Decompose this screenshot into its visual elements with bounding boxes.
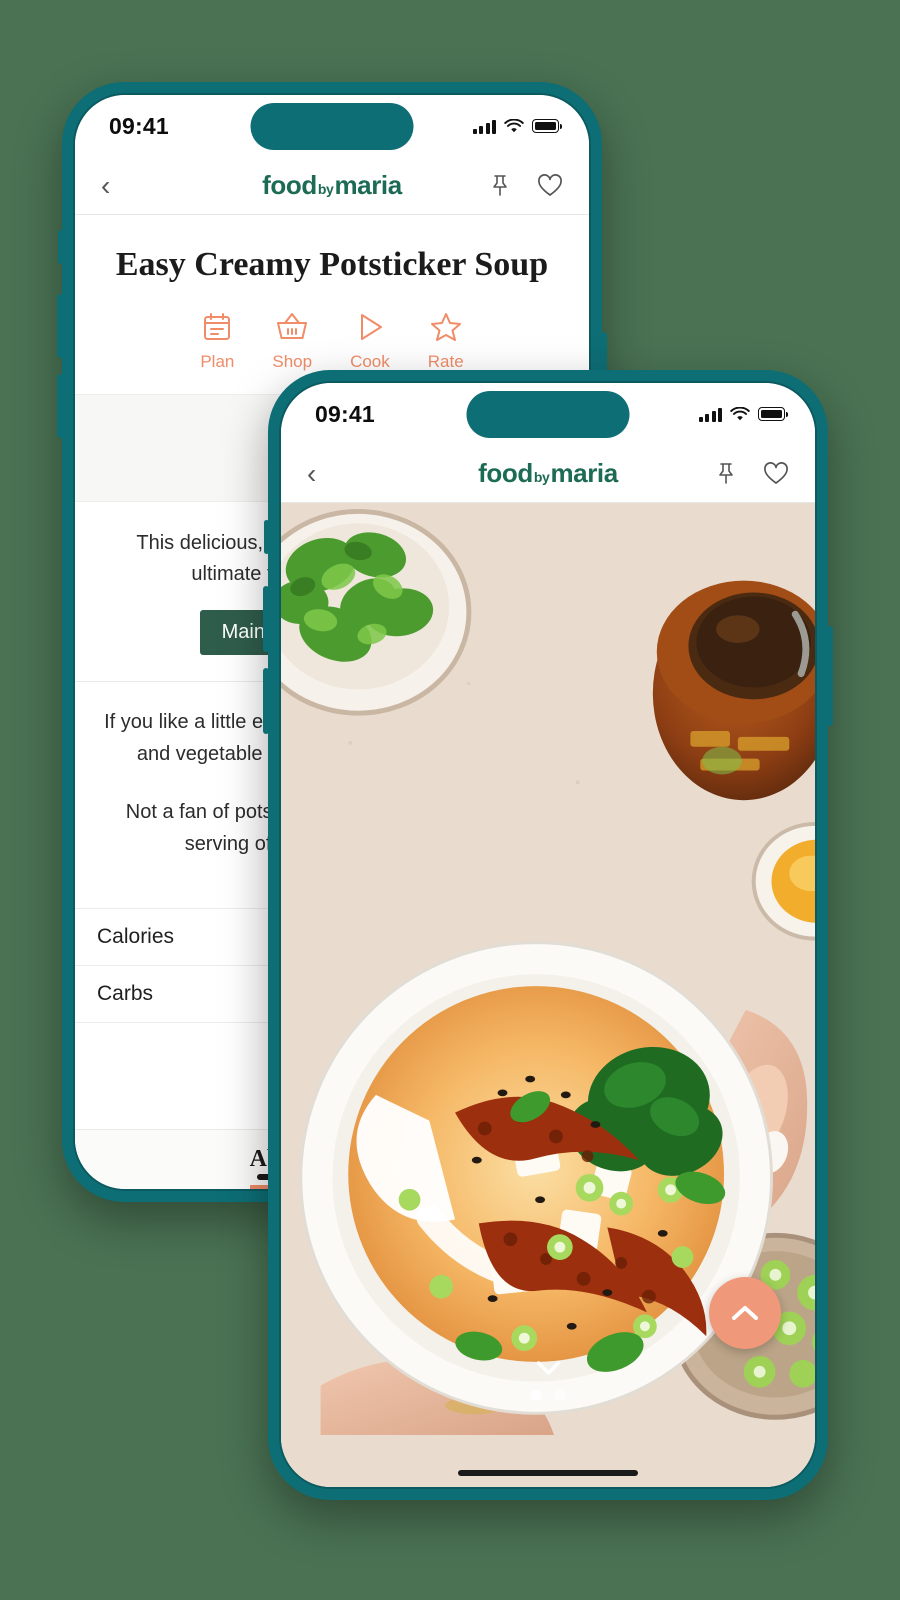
logo-text-by: by (533, 469, 550, 485)
action-shop[interactable]: Shop (272, 310, 312, 372)
action-shop-label: Shop (272, 352, 313, 372)
nav-bar: ‹ food by maria (75, 157, 589, 215)
chevron-up-icon (732, 1306, 758, 1320)
logo-text-food: food (262, 170, 317, 200)
back-button[interactable]: ‹ (307, 459, 316, 488)
play-icon (360, 314, 382, 341)
heart-icon[interactable] (763, 461, 789, 486)
power-button[interactable] (827, 626, 833, 726)
logo-text-by: by (317, 181, 334, 197)
nav-bar: ‹ food by maria (281, 445, 815, 503)
pagination-dot-2[interactable] (554, 1390, 566, 1401)
volume-up-button[interactable] (263, 586, 269, 652)
nutrition-label-calories: Calories (97, 925, 175, 949)
battery-icon (532, 119, 562, 133)
calendar-icon (204, 313, 231, 341)
recipe-title: Easy Creamy Potsticker Soup (115, 246, 549, 283)
cellular-signal-icon (698, 407, 722, 422)
phone-screen-front: 09:41 ‹ food by maria (279, 381, 817, 1489)
status-bar: 09:41 (75, 95, 589, 157)
app-logo: food by maria (478, 458, 618, 489)
scroll-hint[interactable] (530, 1359, 566, 1401)
basket-icon (277, 313, 308, 340)
wifi-icon (730, 406, 750, 420)
action-plan-label: Plan (200, 352, 235, 372)
heart-icon[interactable] (537, 173, 563, 198)
nav-actions (715, 461, 789, 486)
pagination-dots (530, 1390, 566, 1401)
status-time: 09:41 (315, 400, 375, 427)
soup-bowl (299, 941, 773, 1415)
logo-text-food: food (478, 458, 533, 488)
app-logo: food by maria (262, 170, 402, 201)
action-plan[interactable]: Plan (200, 310, 234, 372)
logo-text-maria: maria (550, 458, 618, 488)
chevron-down-icon (536, 1361, 560, 1375)
nav-actions (489, 173, 563, 198)
cellular-signal-icon (472, 119, 496, 134)
pin-icon[interactable] (715, 462, 737, 486)
status-bar: 09:41 (281, 383, 815, 445)
silent-switch[interactable] (58, 230, 63, 264)
volume-down-button[interactable] (263, 668, 269, 734)
status-icons (698, 406, 788, 422)
cilantro-bowl (281, 508, 472, 716)
action-rate[interactable]: Rate (428, 310, 464, 372)
back-button[interactable]: ‹ (101, 171, 110, 200)
scroll-to-top-button[interactable] (709, 1277, 781, 1349)
status-time: 09:41 (109, 112, 169, 139)
action-cook[interactable]: Cook (350, 310, 390, 372)
pin-icon[interactable] (489, 174, 511, 198)
status-icons (472, 118, 562, 134)
wifi-icon (504, 118, 524, 132)
silent-switch[interactable] (264, 520, 269, 554)
volume-down-button[interactable] (57, 374, 63, 438)
home-indicator[interactable] (458, 1470, 638, 1476)
nutrition-label-carbs: Carbs (97, 982, 154, 1006)
volume-up-button[interactable] (57, 294, 63, 358)
star-icon (430, 313, 461, 342)
phone-mockup-front: 09:41 ‹ food by maria (263, 370, 833, 1500)
dynamic-island (250, 103, 414, 150)
logo-text-maria: maria (334, 170, 402, 200)
dynamic-island (466, 391, 630, 438)
pagination-dot-1[interactable] (530, 1390, 542, 1401)
screenshot-stage: 09:41 ‹ food by maria Easy Creamy Potsti… (0, 0, 900, 1600)
battery-icon (758, 407, 788, 421)
